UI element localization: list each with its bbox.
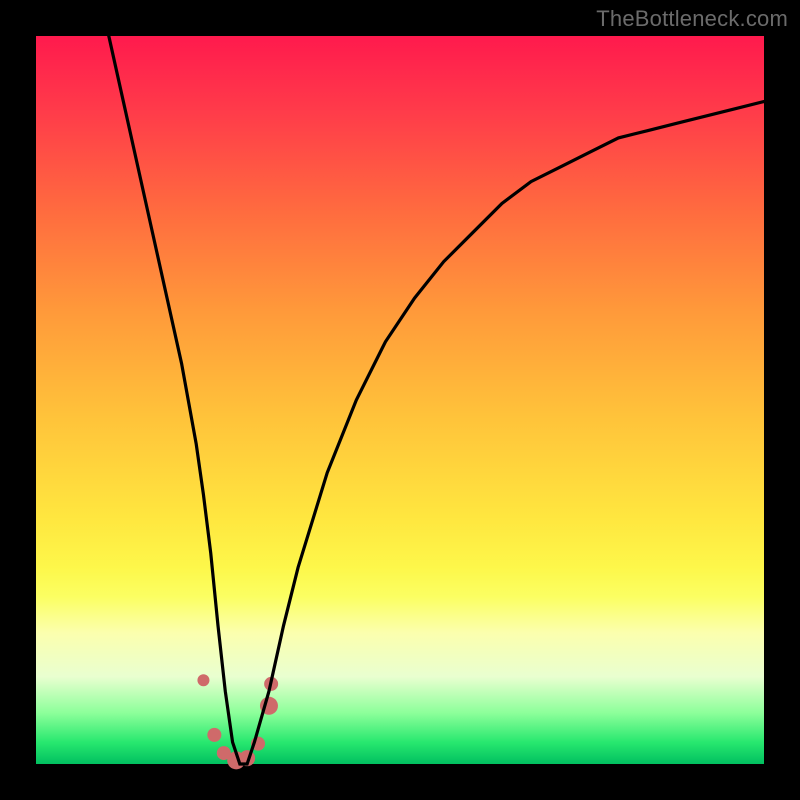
bottleneck-curve (109, 36, 764, 764)
watermark-text: TheBottleneck.com (596, 6, 788, 32)
curve-svg (36, 36, 764, 764)
chart-frame: TheBottleneck.com (0, 0, 800, 800)
marker-dot (207, 728, 221, 742)
marker-dot (197, 674, 209, 686)
plot-area (36, 36, 764, 764)
